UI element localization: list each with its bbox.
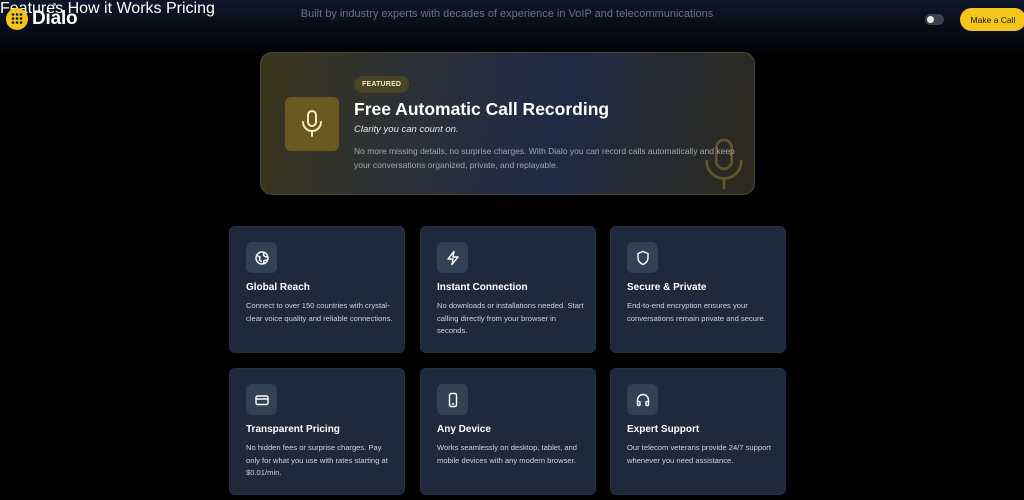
- make-a-call-button[interactable]: Make a Call: [960, 8, 1024, 31]
- headphones-icon: [636, 393, 649, 406]
- shield-icon: [636, 250, 649, 265]
- featured-card: FEATURED Free Automatic Call Recording C…: [260, 52, 755, 195]
- card-description: Our telecom veterans provide 24/7 suppor…: [627, 443, 771, 465]
- card-title: Transparent Pricing: [246, 424, 340, 435]
- card-title: Instant Connection: [437, 282, 528, 293]
- card-description: Connect to over 150 countries with cryst…: [246, 301, 393, 323]
- featured-description: No more missing details, no surprise cha…: [354, 146, 735, 170]
- toggle-knob-icon: [927, 16, 934, 23]
- feature-card-instant-connection: Instant Connection No downloads or insta…: [420, 226, 596, 353]
- card-icon-box: [437, 242, 468, 273]
- card-title: Global Reach: [246, 282, 310, 293]
- featured-subtitle: Clarity you can count on.: [354, 124, 459, 135]
- tagline: Built by industry experts with decades o…: [300, 8, 714, 20]
- card-title: Secure & Private: [627, 282, 707, 293]
- feature-card-any-device: Any Device Works seamlessly on desktop, …: [420, 368, 596, 495]
- card-icon-box: [627, 242, 658, 273]
- featured-badge: FEATURED: [354, 76, 410, 93]
- card-icon-box: [246, 384, 277, 415]
- feature-card-secure-private: Secure & Private End-to-end encryption e…: [610, 226, 786, 353]
- credit-card-icon: [254, 394, 269, 405]
- card-title: Any Device: [437, 424, 491, 435]
- feature-card-global-reach: Global Reach Connect to over 150 countri…: [229, 226, 405, 353]
- card-description: Works seamlessly on desktop, tablet, and…: [437, 443, 577, 465]
- card-description: End-to-end encryption ensures your conve…: [627, 301, 766, 323]
- card-title: Expert Support: [627, 424, 700, 435]
- microphone-icon: [302, 110, 322, 137]
- microphone-watermark-icon: [705, 138, 743, 190]
- card-icon-box: [246, 242, 277, 273]
- featured-title: Free Automatic Call Recording: [354, 99, 610, 119]
- globe-icon: [254, 250, 269, 265]
- card-icon-box: [437, 384, 468, 415]
- site-header: Dialo Built by industry experts with dec…: [0, 0, 1024, 40]
- featured-icon-box: [285, 97, 339, 151]
- card-icon-box: [627, 384, 658, 415]
- smartphone-icon: [448, 392, 457, 407]
- logo-dot: [53, 3, 56, 6]
- theme-toggle[interactable]: [925, 14, 944, 25]
- card-description: No downloads or installations needed. St…: [437, 301, 584, 336]
- feature-card-transparent-pricing: Transparent Pricing No hidden fees or su…: [229, 368, 405, 495]
- feature-card-expert-support: Expert Support Our telecom veterans prov…: [610, 368, 786, 495]
- card-description: No hidden fees or surprise charges. Pay …: [246, 443, 388, 478]
- lightning-icon: [446, 250, 459, 265]
